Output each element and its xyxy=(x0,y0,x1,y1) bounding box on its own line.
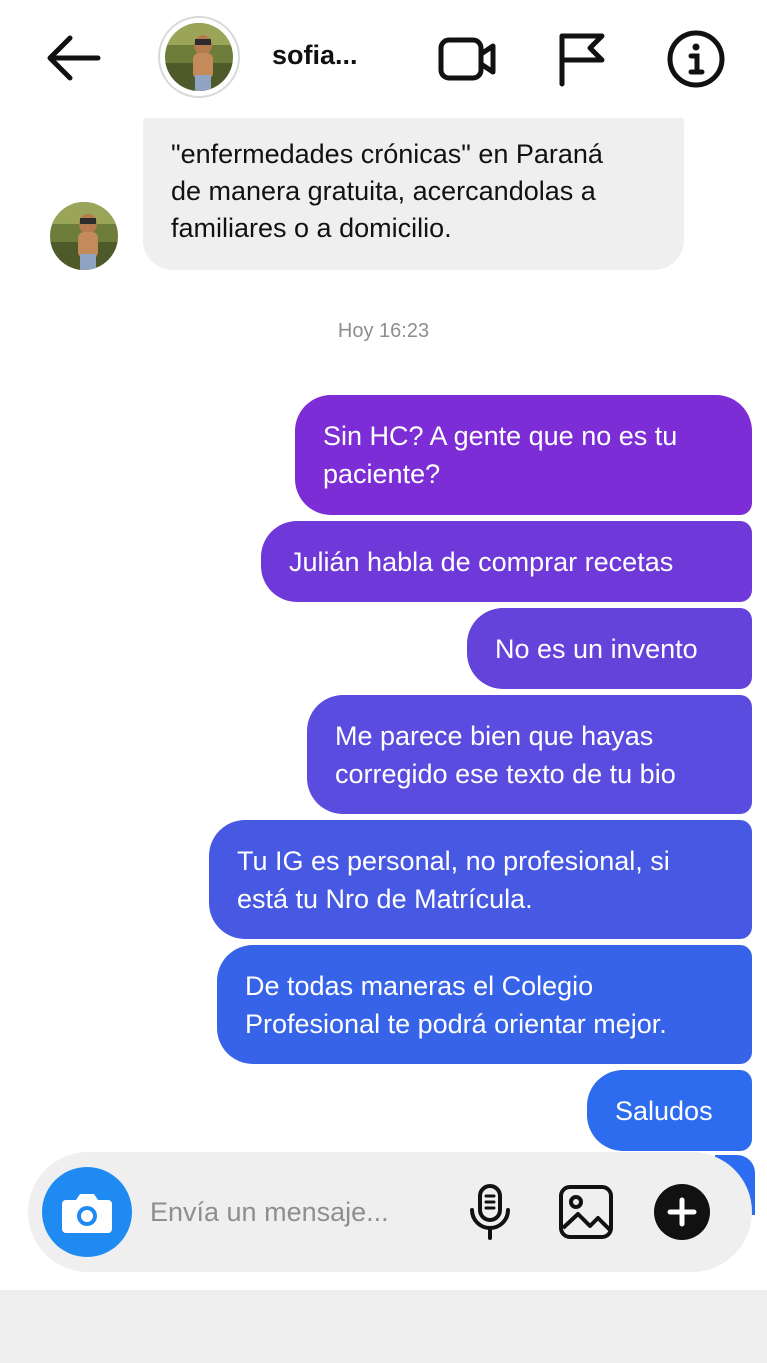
message-line: Julián habla de comprar recetas xyxy=(289,546,674,577)
outgoing-message-bubble[interactable]: No es un invento xyxy=(467,608,752,689)
message-line: Saludos xyxy=(615,1095,713,1126)
message-line: Tu IG es personal, no profesional, si xyxy=(237,845,670,876)
message-timestamp: Hoy 16:23 xyxy=(337,320,430,342)
outgoing-message-bubble[interactable]: Tu IG es personal, no profesional, si es… xyxy=(209,820,752,939)
gallery-button[interactable] xyxy=(554,1180,618,1244)
message-input[interactable] xyxy=(150,1190,450,1234)
back-arrow-icon xyxy=(47,35,101,81)
chat-username[interactable]: sofia... xyxy=(272,40,358,71)
message-line: familiares o a domicilio. xyxy=(171,213,452,243)
outgoing-message-bubble[interactable]: Julián habla de comprar recetas xyxy=(261,521,752,602)
message-line: paciente? xyxy=(323,459,441,489)
info-icon xyxy=(667,30,725,88)
outgoing-message-bubble[interactable]: De todas maneras el Colegio Profesional … xyxy=(217,945,752,1064)
incoming-message-bubble[interactable]: "enfermedades crónicas" en Paraná de man… xyxy=(143,96,684,270)
plus-icon xyxy=(654,1184,710,1240)
flag-icon xyxy=(559,33,605,87)
message-line: corregido ese texto de tu bio xyxy=(335,758,676,789)
profile-avatar[interactable] xyxy=(158,16,240,98)
video-call-button[interactable] xyxy=(437,28,499,90)
message-line: Me parece bien que hayas xyxy=(335,720,654,751)
outgoing-message-bubble[interactable]: Saludos xyxy=(587,1070,752,1151)
outgoing-message-bubble[interactable]: Me parece bien que hayas corregido ese t… xyxy=(307,695,752,814)
chat-header: sofia... xyxy=(0,0,767,118)
bottom-bar xyxy=(0,1290,767,1363)
message-line: Sin HC? A gente que no es tu xyxy=(323,421,678,451)
back-button[interactable] xyxy=(40,30,106,86)
microphone-icon xyxy=(470,1184,510,1240)
message-line: "enfermedades crónicas" en Paraná xyxy=(171,139,603,169)
message-line: de manera gratuita, acercandolas a xyxy=(171,176,596,206)
gallery-icon xyxy=(559,1185,613,1239)
info-button[interactable] xyxy=(665,28,727,90)
avatar-image xyxy=(50,202,118,270)
voice-message-button[interactable] xyxy=(458,1180,522,1244)
avatar-image xyxy=(165,23,233,91)
camera-icon xyxy=(62,1194,112,1233)
outgoing-message-bubble[interactable]: Sin HC? A gente que no es tu paciente? xyxy=(295,395,752,515)
message-composer xyxy=(28,1152,752,1272)
message-line: está tu Nro de Matrícula. xyxy=(237,883,533,914)
sender-avatar[interactable] xyxy=(50,202,118,270)
video-call-icon xyxy=(438,37,496,81)
message-line: No es un invento xyxy=(495,633,698,664)
chat-screen: sofia... "enfermedades crónicas" en Para… xyxy=(0,0,767,1290)
report-button[interactable] xyxy=(552,28,614,90)
camera-button[interactable] xyxy=(42,1167,132,1257)
message-line: De todas maneras el Colegio xyxy=(245,970,594,1001)
more-options-button[interactable] xyxy=(650,1180,714,1244)
message-line: Profesional te podrá orientar mejor. xyxy=(245,1008,667,1039)
